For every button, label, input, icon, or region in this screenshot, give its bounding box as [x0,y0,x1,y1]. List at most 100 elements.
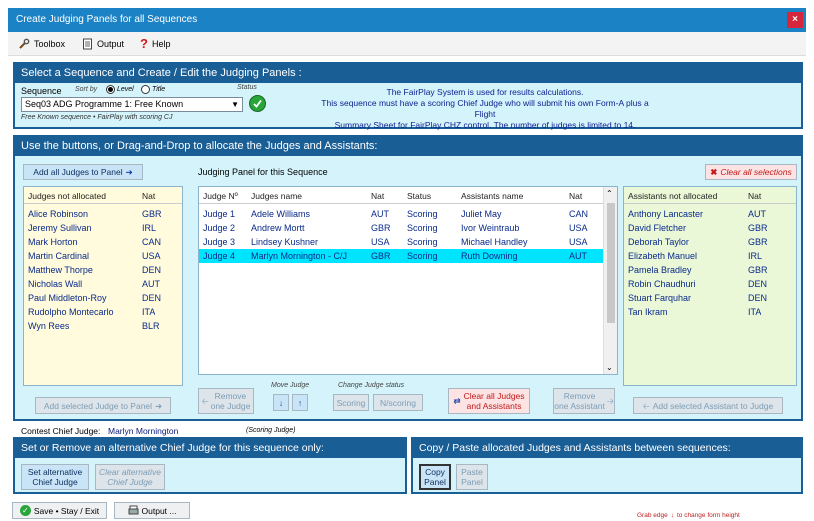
list-item[interactable]: Nicholas Wall AUT [24,277,182,291]
row-cell: Anthony Lancaster [628,209,704,219]
scrollbar-thumb[interactable] [607,203,615,323]
row-cell: DEN [748,293,768,303]
scoring-button[interactable]: Scoring [333,394,369,411]
row-cell: Scoring [407,209,438,219]
row-cell: Judge 2 [203,223,236,233]
list-item[interactable]: Matthew Thorpe DEN [24,263,182,277]
nscoring-button[interactable]: N/scoring [373,394,423,411]
column-header: Assistants name [461,191,524,201]
move-down-button[interactable]: ↓ [273,394,289,411]
list-item[interactable]: Paul Middleton-Roy DEN [24,291,182,305]
sort-title-label: Title [152,86,166,93]
row-cell: GBR [748,223,768,233]
row-cell: AUT [142,279,160,289]
judges-not-allocated-list[interactable]: Judges not allocated Nat Alice Robinson G… [23,186,183,386]
table-header: Judge Nº Judges name Nat Status Assistan… [199,187,617,204]
add-all-judges-button[interactable]: Add all Judges to Panel ➜ [23,164,143,180]
paste-panel-button[interactable]: Paste Panel [456,464,488,490]
clear-alt-chief-button[interactable]: Clear alternative Chief Judge [95,464,165,490]
sort-level-radio[interactable]: Level [106,85,134,94]
scroll-up-icon[interactable]: ⌃ [606,189,613,198]
set-alt-chief-button[interactable]: Set alternative Chief Judge [21,464,89,490]
menu-toolbox[interactable]: Toolbox [18,32,65,56]
row-cell: Pamela Bradley [628,265,692,275]
menu-output[interactable]: Output [82,32,124,56]
nscoring-label: N/scoring [380,397,416,408]
window-title-bar: Create Judging Panels for all Sequences … [8,8,806,32]
remove-assistant-button[interactable]: Remove one Assistant 🡢 [553,388,615,414]
list-item[interactable]: Jeremy Sullivan IRL [24,221,182,235]
list-item[interactable]: Mark Horton CAN [24,235,182,249]
arrow-right-icon: ➜ [155,400,163,411]
status-label: Status [237,84,257,91]
table-row[interactable]: Judge 1 Adele Williams AUT Scoring Juliet Ma… [199,207,604,221]
row-cell: CAN [569,209,589,219]
add-selected-judge-button[interactable]: Add selected Judge to Panel ➜ [35,397,171,414]
clear-all-judges-button[interactable]: ⇄ Clear all Judges and Assistants [448,388,530,414]
table-row[interactable]: Judge 2 Andrew Mortt GBR Scoring Ivor Weintr… [199,221,604,235]
add-selected-assistant-button[interactable]: 🡠 Add selected Assistant to Judge [633,397,783,414]
vertical-scrollbar[interactable]: ⌃ ⌄ [603,187,617,374]
swap-arrows-icon: ⇄ [453,396,461,406]
list-item[interactable]: Martin Cardinal USA [24,249,182,263]
judging-panel-table[interactable]: Judge Nº Judges name Nat Status Assistan… [198,186,618,375]
list-item[interactable]: Elizabeth Manuel IRL [624,249,796,263]
sequence-label: Sequence [21,86,62,96]
clear-all-selections-button[interactable]: ✖ Clear all selections [705,164,797,180]
output-button[interactable]: Output ... [114,502,190,519]
list-item[interactable]: Rudolpho Montecarlo ITA [24,305,182,319]
output-label: Output ... [141,505,177,516]
row-cell: IRL [142,223,157,233]
move-up-button[interactable]: ↑ [292,394,308,411]
row-cell: Ruth Downing [461,251,518,261]
move-judge-label: Move Judge [271,382,310,389]
save-button[interactable]: ✓ Save • Stay / Exit [12,502,107,519]
row-cell: Rudolpho Montecarlo [28,307,114,317]
assistants-not-allocated-list[interactable]: Assistants not allocated Nat Anthony Lan… [623,186,797,386]
arrow-right-icon: 🡢 [606,396,614,406]
question-icon: ? [140,36,148,51]
sort-title-radio[interactable]: Title [141,85,165,94]
change-status-label: Change Judge status [338,382,405,389]
resize-hint: Grab edge ↓ to change form height [637,512,740,519]
panel-title: Judging Panel for this Sequence [198,167,328,177]
list-item[interactable]: Wyn Rees BLR [24,319,182,333]
row-cell: AUT [569,251,587,261]
list-item[interactable]: Stuart Farquhar DEN [624,291,796,305]
row-cell: Scoring [407,251,438,261]
table-row[interactable]: Judge 4 Marlyn Mornington - C/J GBR Scoring… [199,249,604,263]
save-label: Save • Stay / Exit [33,505,100,516]
list-item[interactable]: Pamela Bradley GBR [624,263,796,277]
list-item[interactable]: Anthony Lancaster AUT [624,207,796,221]
remove-judge-button[interactable]: 🡠 Remove one Judge [198,388,254,414]
list-item[interactable]: Deborah Taylor GBR [624,235,796,249]
row-cell: ITA [142,307,156,317]
scroll-down-icon[interactable]: ⌄ [606,363,613,372]
row-cell: Robin Chaudhuri [628,279,696,289]
row-cell: CAN [142,237,162,247]
row-cell: Ivor Weintraub [461,223,520,233]
copy-panel-button[interactable]: Copy Panel [419,464,451,490]
row-cell: Elizabeth Manuel [628,251,698,261]
list-item[interactable]: Robin Chaudhuri DEN [624,277,796,291]
close-icon[interactable]: × [787,12,803,28]
column-header: Judge Nº [203,191,238,201]
menu-toolbox-label: Toolbox [34,39,66,49]
row-cell: USA [142,251,161,261]
column-header: Nat [142,191,156,201]
window-title: Create Judging Panels for all Sequences [16,14,198,25]
add-all-judges-label: Add all Judges to Panel [33,167,123,177]
column-header: Judges name [251,191,303,201]
column-header: Assistants not allocated [628,191,718,201]
arrow-left-icon: 🡠 [642,400,650,411]
table-row[interactable]: Judge 3 Lindsey Kushner USA Scoring Michael … [199,235,604,249]
sequence-select[interactable]: Seq03 ADG Programme 1: Free Known ▼ [21,97,243,112]
radio-unchecked-icon [141,85,150,94]
row-cell: GBR [371,251,391,261]
list-header: Assistants not allocated Nat [624,187,796,204]
list-item[interactable]: David Fletcher GBR [624,221,796,235]
list-item[interactable]: Alice Robinson GBR [24,207,182,221]
list-item[interactable]: Tan Ikram ITA [624,305,796,319]
menu-help[interactable]: ? Help [140,32,170,56]
sequence-section: Select a Sequence and Create / Edit the … [13,62,803,130]
